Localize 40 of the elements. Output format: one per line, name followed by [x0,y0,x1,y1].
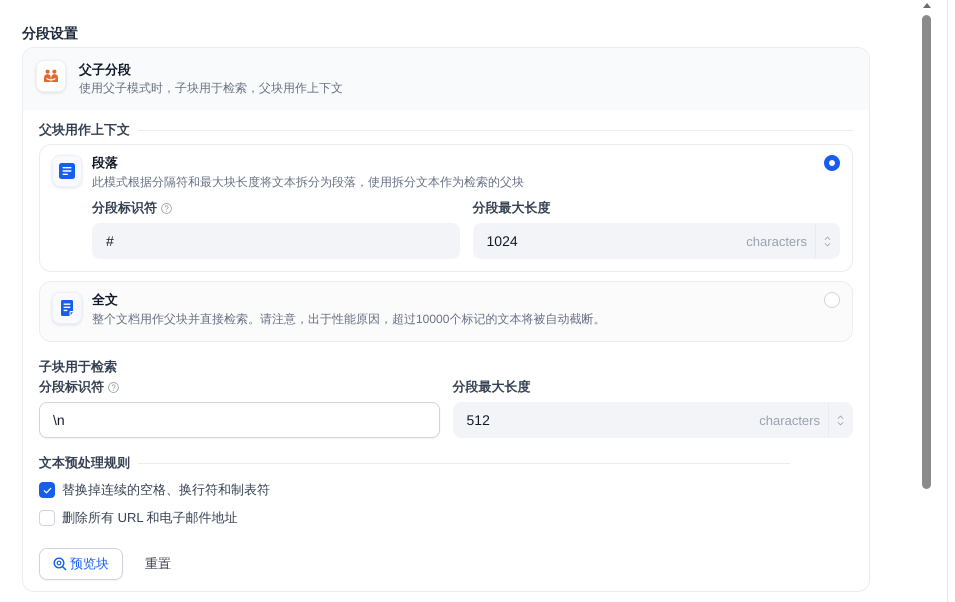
number-field[interactable]: 512 characters [452,402,853,438]
mode-title: 父子分段 [79,61,132,79]
number-field[interactable]: 1024 characters [472,223,840,259]
preview-button[interactable]: 预览块 [39,548,123,580]
checkbox-label[interactable]: 删除所有 URL 和电子邮件地址 [62,508,238,528]
group-heading: 子块用于检索 [39,358,118,376]
chevron-up-down-icon [837,414,844,426]
scroll-up-arrow-icon[interactable] [923,3,931,8]
people-icon [36,60,66,92]
option-description: 整个文档用作父块并直接检索。请注意，出于性能原因，超过10000个标记的文本将被自动截断。 [92,311,606,328]
magnifier-icon [53,557,67,571]
mode-description: 使用父子模式时，子块用于检索，父块用作上下文 [79,80,343,97]
field-label: 分段标识符 [92,199,157,217]
help-icon[interactable] [108,382,119,392]
unit-label: characters [759,412,820,428]
document-icon [52,292,82,324]
text-lines-icon [52,155,82,187]
group-heading: 父块用作上下文 [39,121,130,139]
option-title: 段落 [92,154,119,172]
radio-button[interactable] [824,155,840,171]
text-field[interactable]: # [92,223,460,259]
option-title: 全文 [92,291,119,309]
checkbox[interactable] [39,482,55,498]
group-heading: 文本预处理规则 [39,454,130,472]
field-label: 分段最大长度 [452,378,530,396]
section-title: 分段设置 [22,24,79,42]
text-field[interactable]: \n [39,402,440,438]
field-label: 分段标识符 [39,378,104,396]
field-label: 分段最大长度 [472,199,550,217]
option-card[interactable]: 全文 整个文档用作父块并直接检索。请注意，出于性能原因，超过10000个标记的文本将被自动截断。 [39,281,853,342]
checkbox[interactable] [39,510,55,526]
help-icon[interactable] [161,202,172,214]
scrollbar-thumb[interactable] [922,15,931,489]
unit-label: characters [746,234,807,248]
chevron-up-down-icon [824,234,831,248]
reset-button[interactable]: 重置 [137,548,179,580]
checkbox-label[interactable]: 替换掉连续的空格、换行符和制表符 [62,480,270,500]
option-description: 此模式根据分隔符和最大块长度将文本拆分为段落，使用拆分文本作为检索的父块 [92,174,525,191]
option-card[interactable]: 段落 此模式根据分隔符和最大块长度将文本拆分为段落，使用拆分文本作为检索的父块 分段标识符 # 分段最大长度 1024 characters [39,144,853,272]
checkmark-icon [42,486,52,494]
